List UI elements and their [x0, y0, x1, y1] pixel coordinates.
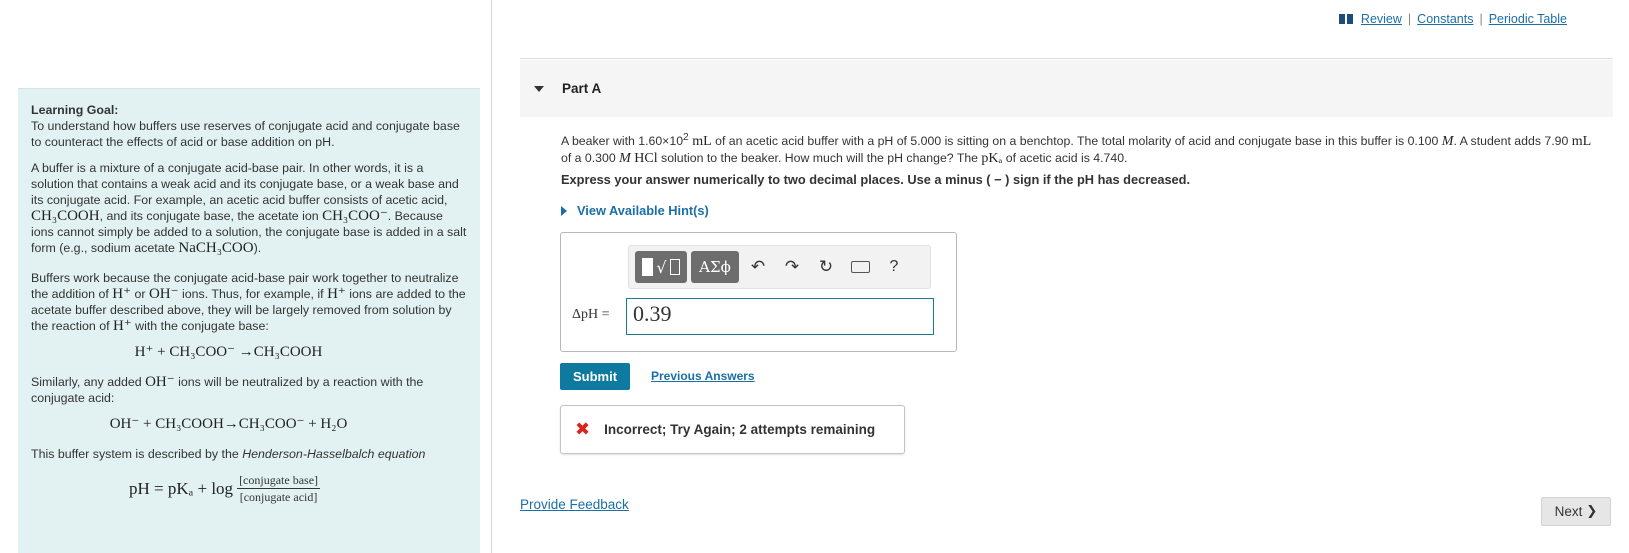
acid-neutralization-equation: H⁺ + CH₃COO⁻ →CH₃COOH	[134, 344, 323, 360]
learning-goal-title: Learning Goal:	[31, 103, 119, 117]
learning-goal-intro: To understand how buffers use reserves o…	[31, 119, 460, 149]
part-a-header[interactable]: Part A	[520, 60, 1613, 117]
hints-label: View Available Hint(s)	[577, 203, 709, 218]
next-label: Next	[1554, 504, 1583, 519]
answer-instruction: Express your answer numerically to two d…	[561, 172, 1191, 187]
hh-numerator: [conjugate base]	[237, 473, 321, 489]
reset-icon[interactable]: ↻	[811, 251, 841, 283]
help-icon[interactable]: ?	[879, 251, 909, 283]
sodium-acetate-formula: NaCH₃COO	[178, 240, 254, 256]
template-box-icon	[669, 259, 680, 275]
link-separator: |	[1479, 12, 1483, 26]
base-neutralization-equation: OH⁻ + CH₃COOH→CH₃COO⁻ + H₂O	[109, 416, 348, 432]
base-neutralization-paragraph: Similarly, any added OH⁻ ions will be ne…	[31, 374, 424, 405]
incorrect-x-icon: ✖	[575, 419, 591, 440]
book-icon	[1338, 14, 1353, 24]
provide-feedback-link[interactable]: Provide Feedback	[520, 497, 629, 512]
collapse-caret-icon[interactable]	[534, 85, 544, 92]
greek-symbols-button[interactable]: ΑΣϕ	[691, 251, 739, 283]
keyboard-shape	[850, 261, 870, 273]
buffer-mechanism-paragraph: Buffers work because the conjugate acid-…	[31, 271, 466, 334]
buffer-definition-paragraph: A buffer is a mixture of a conjugate aci…	[31, 161, 467, 256]
review-link[interactable]: Review	[1361, 12, 1402, 26]
hh-fraction: [conjugate base] [conjugate acid]	[237, 472, 321, 505]
henderson-hasselbalch-equation: pH = pKₐ + log [conjugate base] [conjuga…	[0, 472, 468, 505]
math-toolbar: √ ΑΣϕ ↶ ↷ ↻ ?	[628, 245, 931, 289]
previous-answers-link[interactable]: Previous Answers	[651, 369, 755, 383]
expand-caret-icon	[561, 205, 567, 216]
part-title: Part A	[562, 81, 602, 96]
delta-ph-label: ΔpH =	[572, 307, 610, 322]
submit-button[interactable]: Submit	[560, 363, 630, 390]
hh-denominator: [conjugate acid]	[239, 490, 318, 504]
link-separator: |	[1407, 12, 1412, 26]
acetic-acid-formula: CH₃COOH	[31, 208, 100, 224]
view-hints-toggle[interactable]: View Available Hint(s)	[561, 203, 709, 218]
question-text: A beaker with 1.60×102 mL of an acetic a…	[561, 132, 1592, 167]
template-block-icon	[642, 258, 654, 276]
learning-goal-panel: Learning Goal: To understand how buffers…	[18, 88, 480, 553]
henderson-hasselbalch-intro: This buffer system is described by the H…	[31, 447, 426, 461]
delta-ph-input[interactable]: 0.39	[626, 298, 934, 335]
sqrt-icon: √	[656, 257, 667, 277]
templates-button[interactable]: √	[635, 251, 687, 283]
hh-lhs: pH = pKₐ + log	[128, 478, 234, 498]
undo-icon[interactable]: ↶	[743, 251, 773, 283]
redo-icon[interactable]: ↷	[777, 251, 807, 283]
feedback-text: Incorrect; Try Again; 2 attempts remaini…	[604, 422, 876, 437]
keyboard-icon[interactable]	[845, 251, 875, 283]
acetate-ion-formula: CH₃COO⁻	[322, 208, 388, 224]
resource-links: Review | Constants | Periodic Table	[1338, 12, 1567, 26]
left-column: Learning Goal: To understand how buffers…	[0, 0, 492, 553]
chevron-right-icon: ❯	[1586, 504, 1598, 519]
divider	[520, 58, 1613, 59]
periodic-table-link[interactable]: Periodic Table	[1489, 12, 1567, 26]
feedback-message: ✖ Incorrect; Try Again; 2 attempts remai…	[560, 405, 905, 454]
constants-link[interactable]: Constants	[1417, 12, 1473, 26]
answer-box: √ ΑΣϕ ↶ ↷ ↻ ? ΔpH = 0.39	[560, 232, 957, 352]
next-button[interactable]: Next ❯	[1541, 497, 1611, 526]
